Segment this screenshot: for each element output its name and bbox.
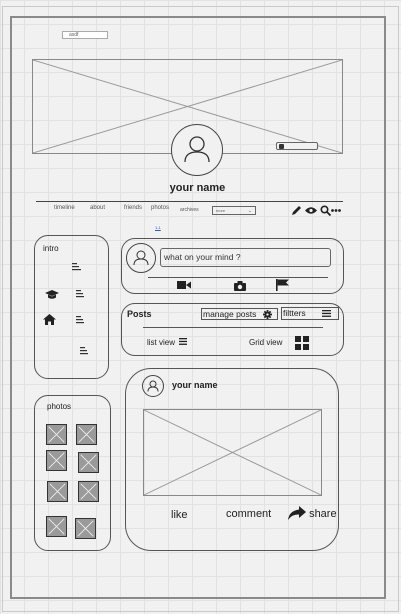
- more-select[interactable]: more ⌄: [212, 206, 256, 215]
- intro-card: intro: [34, 235, 109, 379]
- text-lines-icon: [76, 316, 84, 324]
- photo-thumbnail[interactable]: [78, 452, 99, 473]
- post-author-avatar[interactable]: [142, 375, 164, 397]
- share-icon: [288, 506, 306, 520]
- posts-divider: [143, 327, 323, 328]
- camera-icon: [279, 144, 284, 149]
- text-lines-icon: [76, 290, 84, 298]
- gear-icon: [263, 310, 272, 319]
- photo-thumbnail[interactable]: [78, 481, 99, 502]
- list-icon: [322, 310, 331, 317]
- post-author-name[interactable]: your name: [172, 380, 218, 390]
- text-lines-icon: [80, 347, 88, 355]
- nav-item-friends[interactable]: friends: [124, 205, 142, 211]
- grid-view-toggle[interactable]: Grid view: [249, 336, 282, 350]
- video-icon[interactable]: [177, 280, 191, 290]
- camera-icon[interactable]: [234, 281, 246, 291]
- nav-item-about[interactable]: about: [90, 205, 105, 211]
- user-icon: [147, 380, 159, 392]
- nav-item-photos[interactable]: photos: [151, 205, 169, 211]
- photo-thumbnail[interactable]: [46, 450, 67, 471]
- more-options-icon[interactable]: [331, 208, 341, 213]
- user-icon: [184, 136, 210, 163]
- graduation-cap-icon: [45, 290, 59, 299]
- share-label: share: [309, 508, 337, 520]
- more-select-value: more: [216, 208, 226, 213]
- list-icon: [179, 338, 188, 345]
- manage-posts-button[interactable]: manage posts: [201, 308, 278, 320]
- grid-icon[interactable]: [295, 336, 309, 350]
- top-input[interactable]: asdf: [62, 31, 108, 39]
- photo-thumbnail[interactable]: [75, 518, 96, 539]
- list-view-label: list view: [147, 338, 176, 347]
- photo-thumbnail[interactable]: [46, 424, 67, 445]
- cover-upload-button[interactable]: [276, 142, 318, 150]
- photo-thumbnail[interactable]: [76, 424, 97, 445]
- composer-divider: [148, 277, 328, 278]
- flag-icon[interactable]: [276, 279, 289, 291]
- photos-title: photos: [47, 402, 72, 411]
- profile-name: your name: [169, 182, 226, 194]
- share-button[interactable]: share: [288, 506, 337, 522]
- edit-icon[interactable]: [291, 205, 302, 216]
- photo-thumbnail[interactable]: [47, 481, 68, 502]
- grid-view-label: Grid view: [249, 338, 283, 347]
- tiny-link[interactable]: 1-1: [155, 225, 161, 230]
- header-divider: [36, 201, 343, 202]
- list-view-toggle[interactable]: list view: [147, 338, 188, 347]
- intro-title: intro: [43, 244, 59, 253]
- posts-title: Posts: [127, 309, 152, 319]
- nav-item-archives[interactable]: archives: [180, 207, 199, 213]
- text-lines-icon: [72, 263, 81, 271]
- composer-avatar[interactable]: [126, 243, 156, 273]
- status-input[interactable]: what on your mind ?: [160, 248, 331, 267]
- eye-icon[interactable]: [305, 206, 317, 215]
- comment-button[interactable]: comment: [226, 508, 271, 520]
- nav-item-timeline[interactable]: timeline: [54, 205, 75, 211]
- filters-button[interactable]: filtters: [281, 307, 339, 320]
- like-button[interactable]: like: [171, 509, 188, 521]
- photo-thumbnail[interactable]: [46, 516, 67, 537]
- home-icon: [43, 314, 56, 325]
- user-icon: [133, 250, 149, 266]
- chevron-down-icon: ⌄: [247, 208, 252, 214]
- filters-label: filtters: [283, 308, 306, 318]
- search-icon[interactable]: [320, 205, 331, 216]
- manage-posts-label: manage posts: [203, 309, 257, 319]
- post-image[interactable]: [143, 409, 322, 496]
- profile-avatar[interactable]: [171, 124, 223, 176]
